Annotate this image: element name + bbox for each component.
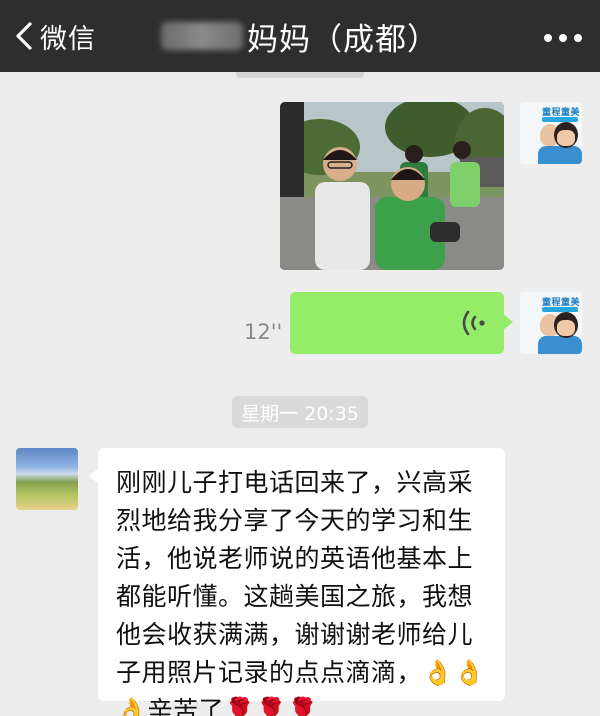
photo-image <box>280 102 504 270</box>
chat-header: 微信 妈妈（成都） <box>0 0 600 72</box>
more-button[interactable] <box>537 0 582 72</box>
previous-message-edge <box>236 72 364 78</box>
self-avatar[interactable]: 童程童美 <box>520 102 582 164</box>
voice-message-bubble[interactable] <box>290 292 513 354</box>
blurred-name <box>161 22 243 50</box>
voice-wave-icon <box>462 310 485 336</box>
chat-title-wrap: 妈妈（成都） <box>0 0 600 72</box>
photo-message[interactable] <box>280 102 504 270</box>
voice-duration: 12'' <box>244 320 283 344</box>
chat-title: 妈妈（成都） <box>247 21 439 58</box>
message-timestamp: 星期一 20:35 <box>232 396 368 428</box>
incoming-text-bubble[interactable]: 刚刚儿子打电话回来了，兴高采烈地给我分享了今天的学习和生活，他说老师说的英语他基… <box>89 448 505 716</box>
message-text: 刚刚儿子打电话回来了，兴高采烈地给我分享了今天的学习和生活，他说老师说的英语他基… <box>116 468 486 716</box>
self-avatar[interactable]: 童程童美 <box>520 292 582 354</box>
more-dots-icon <box>537 27 582 46</box>
contact-avatar[interactable] <box>16 448 78 510</box>
